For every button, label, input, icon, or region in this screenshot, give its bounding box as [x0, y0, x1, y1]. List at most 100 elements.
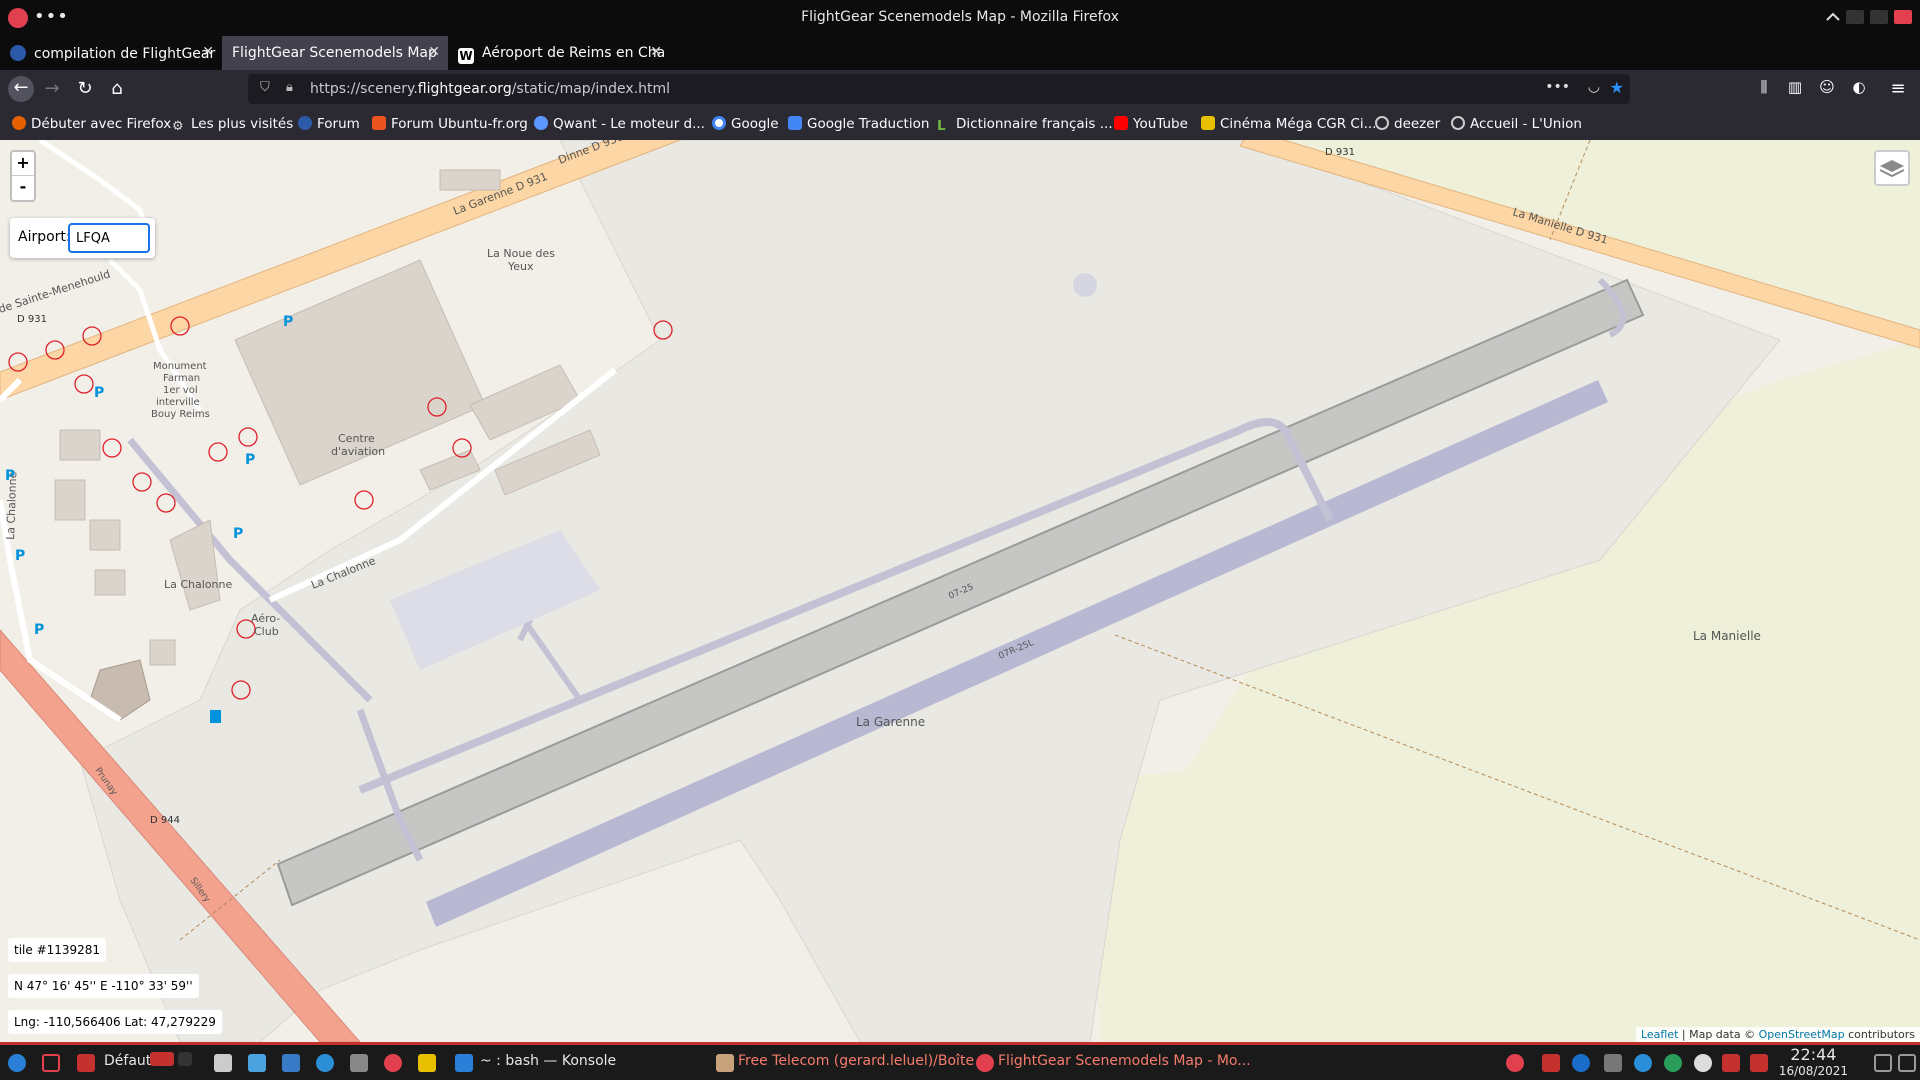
close-tab-icon[interactable]: ✕	[428, 44, 440, 60]
system-tray-expand-icon[interactable]	[1874, 1054, 1892, 1072]
osm-link[interactable]: OpenStreetMap	[1759, 1028, 1845, 1041]
bookmark-forum-ubuntu[interactable]: Forum Ubuntu-fr.org	[372, 116, 528, 132]
taskbar-firefox[interactable]: FlightGear Scenemodels Map - Mo...	[998, 1053, 1251, 1069]
peek-desktop-icon[interactable]	[1898, 1054, 1916, 1072]
folder-icon[interactable]	[248, 1054, 266, 1072]
pager-desktop-2[interactable]	[178, 1052, 192, 1066]
minimize-icon[interactable]	[1846, 10, 1864, 24]
home-icon[interactable]: ⌂	[105, 78, 129, 99]
flightgear-favicon-icon	[10, 45, 26, 61]
road-ref: D 931	[17, 314, 47, 325]
library-icon[interactable]: ⫼	[1752, 78, 1776, 96]
pager-desktop-1[interactable]	[150, 1052, 174, 1066]
zoom-out-button[interactable]: -	[12, 176, 34, 200]
layers-button[interactable]	[1874, 150, 1910, 186]
forward-arrow-icon[interactable]: →	[40, 78, 64, 99]
place-label: La Chalonne	[164, 578, 232, 591]
back-arrow-icon[interactable]: ←	[8, 76, 34, 102]
security-icon[interactable]	[1722, 1054, 1740, 1072]
window-titlebar: ••• FlightGear Scenemodels Map - Mozilla…	[0, 0, 1920, 36]
activity-icon[interactable]	[77, 1054, 95, 1072]
konsole-icon[interactable]	[455, 1054, 473, 1072]
tab-label: compilation de FlightGear	[34, 46, 216, 62]
file-manager-icon[interactable]	[282, 1054, 300, 1072]
mail-icon[interactable]	[716, 1054, 734, 1072]
parking-label: P	[283, 314, 293, 330]
terminal-icon[interactable]	[214, 1054, 232, 1072]
zoom-in-button[interactable]: +	[12, 152, 34, 176]
poi-label: 1er vol	[163, 385, 198, 396]
tab-scenemodels-map[interactable]: FlightGear Scenemodels Map ✕	[222, 36, 448, 70]
page-actions-icon[interactable]: •••	[1545, 79, 1570, 95]
tab-aeroport-reims[interactable]: W Aéroport de Reims en Cha ✕	[448, 36, 670, 70]
activity-label[interactable]: Défaut	[104, 1053, 151, 1069]
app-launcher-icon[interactable]	[8, 1054, 26, 1072]
rss-icon[interactable]	[1604, 1054, 1622, 1072]
close-tab-icon[interactable]: ✕	[202, 44, 214, 60]
monitor-icon[interactable]	[350, 1054, 368, 1072]
bookmark-plus-visites[interactable]: ⚙ Les plus visités	[172, 116, 293, 134]
place-label: Centre	[338, 432, 375, 445]
clock-time: 22:44	[1790, 1045, 1837, 1064]
google-icon	[712, 116, 726, 130]
taskbar-konsole[interactable]: ~ : bash — Konsole	[480, 1053, 616, 1069]
bookmark-qwant[interactable]: Qwant - Le moteur d...	[534, 116, 705, 132]
close-tab-icon[interactable]: ✕	[650, 44, 662, 60]
place-label: d'aviation	[331, 445, 385, 458]
extension-2-icon[interactable]: ◐	[1847, 78, 1871, 96]
bookmark-debuter[interactable]: Débuter avec Firefox	[12, 116, 171, 132]
cloud-icon[interactable]	[1506, 1054, 1524, 1072]
firefox-window-icon[interactable]	[976, 1054, 994, 1072]
taskbar: Défaut ~ : bash — Konsole Free Telecom (…	[0, 1042, 1920, 1080]
airport-input[interactable]: LFQA	[68, 223, 150, 253]
airport-label: Airport:	[18, 229, 71, 245]
cinema-icon	[1201, 116, 1215, 130]
screenshot-icon[interactable]	[316, 1054, 334, 1072]
bookmark-google[interactable]: Google	[712, 116, 779, 132]
place-label: La Garenne	[856, 715, 925, 729]
firefox-launcher-icon[interactable]	[384, 1054, 402, 1072]
url-text[interactable]: https://scenery.flightgear.org/static/ma…	[310, 81, 670, 97]
clock[interactable]: 22:44 16/08/2021	[1779, 1046, 1848, 1080]
files-icon[interactable]	[418, 1054, 436, 1072]
map-attribution: Leaflet | Map data © OpenStreetMap contr…	[1635, 1027, 1920, 1042]
network-icon[interactable]	[1634, 1054, 1652, 1072]
tab-compilation[interactable]: compilation de FlightGear ✕	[0, 36, 222, 70]
steam-icon[interactable]	[1694, 1054, 1712, 1072]
reload-icon[interactable]: ↻	[73, 78, 97, 99]
parking-label: P	[245, 452, 255, 468]
url-bar[interactable]: ⛉ 🔒︎ https://scenery.flightgear.org/stat…	[248, 74, 1630, 104]
map-view[interactable]: La Garenne D 931 Dinne D 931 La Manielle…	[0, 140, 1920, 1042]
bookmark-cinema[interactable]: Cinéma Méga CGR Ci...	[1201, 116, 1376, 132]
hp-icon[interactable]	[1572, 1054, 1590, 1072]
navigation-toolbar: ← → ↻ ⌂ ⛉ 🔒︎ https://scenery.flightgear.…	[0, 70, 1920, 108]
sync-icon[interactable]	[1664, 1054, 1682, 1072]
show-desktop-icon[interactable]	[42, 1054, 60, 1072]
hamburger-menu-icon[interactable]: ≡	[1886, 78, 1910, 99]
clock-date: 16/08/2021	[1778, 1064, 1848, 1078]
restore-icon[interactable]	[1870, 10, 1888, 24]
poi-label: interville	[156, 397, 200, 408]
airport-search-box: Airport: LFQA	[10, 218, 155, 258]
extension-icon[interactable]: ☺	[1815, 78, 1839, 96]
pocket-icon[interactable]: ◡	[1588, 79, 1600, 95]
bookmark-dictionnaire[interactable]: L Dictionnaire français ...	[937, 116, 1113, 134]
tab-label: FlightGear Scenemodels Map	[232, 45, 437, 61]
maximize-icon[interactable]	[1824, 10, 1842, 24]
bookmark-star-icon[interactable]: ★	[1610, 78, 1624, 97]
lock-icon[interactable]: 🔒︎	[286, 80, 293, 95]
shield-icon[interactable]: ⛉	[260, 80, 270, 95]
taskbar-mail[interactable]: Free Telecom (gerard.leluel)/Boîte ...	[738, 1053, 992, 1069]
map-tiles[interactable]: La Garenne D 931 Dinne D 931 La Manielle…	[0, 140, 1920, 1042]
lnglat-coordinates: Lng: -110,566406 Lat: 47,279229	[8, 1010, 222, 1034]
bookmark-forum[interactable]: Forum	[298, 116, 360, 132]
leaflet-link[interactable]: Leaflet	[1641, 1028, 1678, 1041]
bookmark-youtube[interactable]: YouTube	[1114, 116, 1188, 132]
bookmark-deezer[interactable]: deezer	[1375, 116, 1440, 132]
bookmark-union[interactable]: Accueil - L'Union	[1451, 116, 1582, 132]
sidebar-icon[interactable]: ▥	[1783, 78, 1807, 96]
bookmark-google-traduction[interactable]: Google Traduction	[788, 116, 929, 132]
updates-icon[interactable]	[1542, 1054, 1560, 1072]
close-window-icon[interactable]	[1894, 10, 1912, 24]
